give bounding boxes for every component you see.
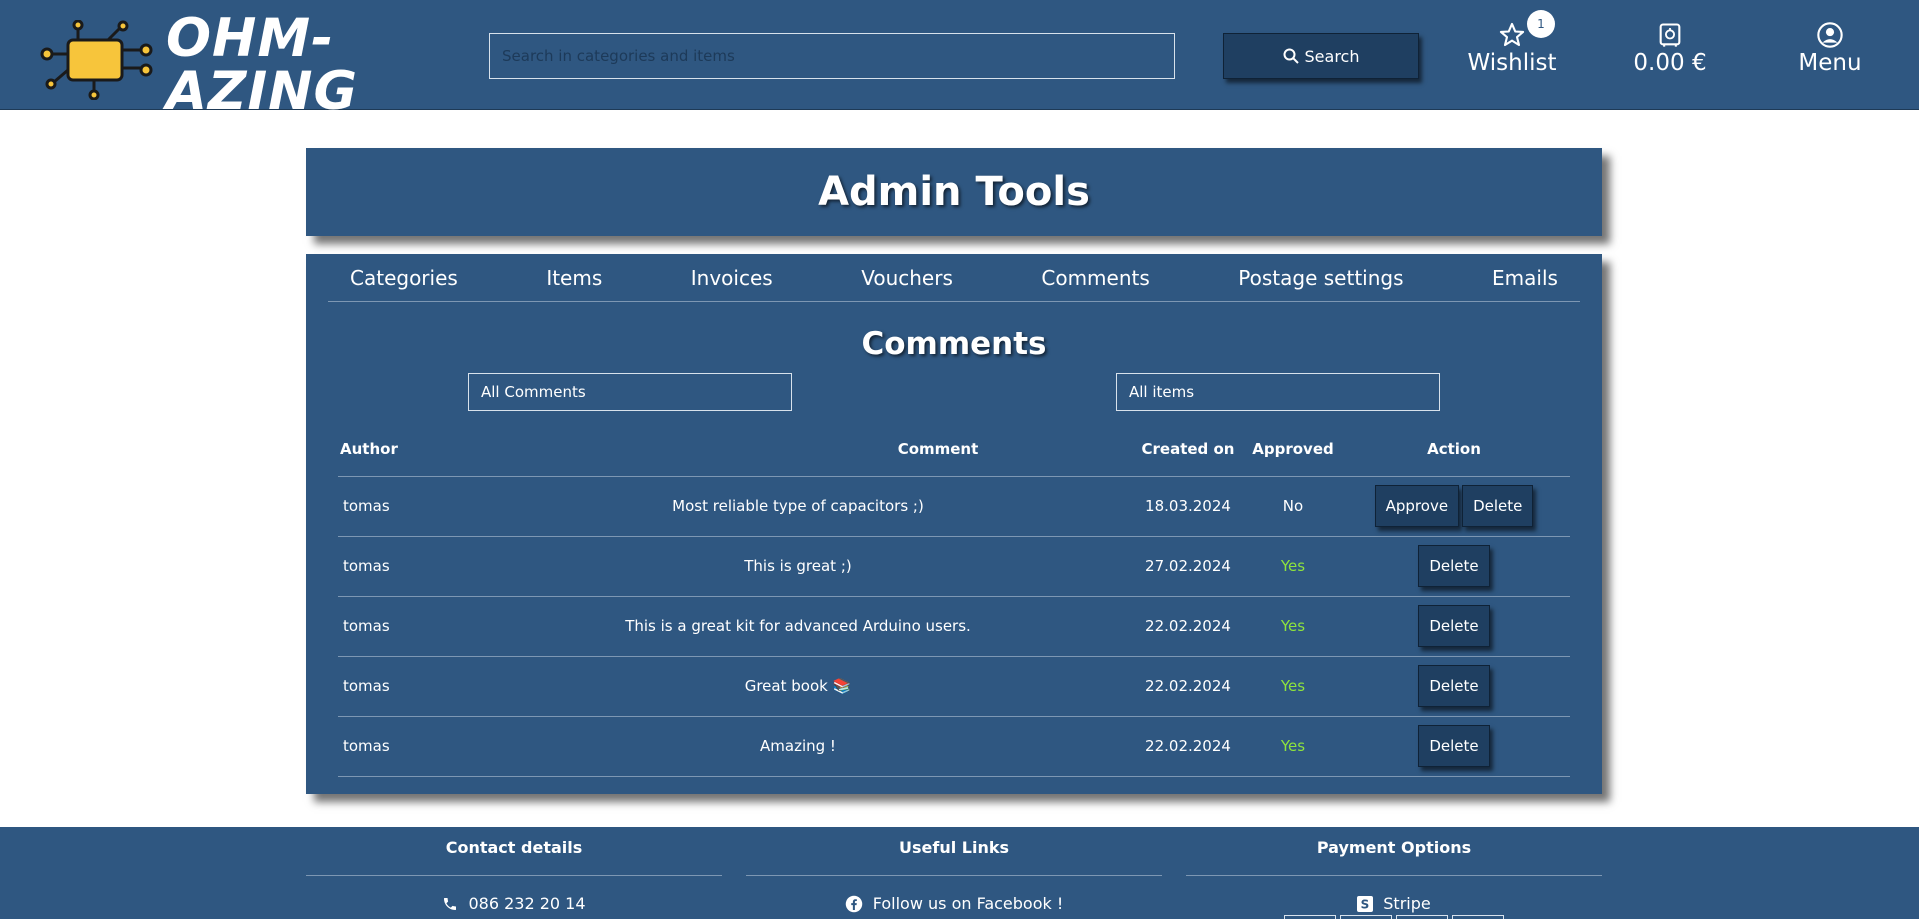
row-actions: Delete (1338, 716, 1570, 777)
card-icon (1284, 915, 1336, 919)
tab-vouchers[interactable]: Vouchers (861, 266, 953, 290)
user-circle-icon (1817, 22, 1843, 48)
star-icon (1499, 22, 1525, 47)
footer-stripe-text: Stripe (1383, 894, 1431, 913)
admin-tabs: Categories Items Invoices Vouchers Comme… (328, 254, 1580, 302)
row-actions: Delete (1338, 596, 1570, 657)
row-approved: Yes (1248, 656, 1338, 717)
delete-button[interactable]: Delete (1418, 725, 1490, 767)
cart-icon (1659, 23, 1681, 47)
row-approved: Yes (1248, 536, 1338, 597)
row-author: tomas (338, 716, 468, 777)
comments-table: Author Comment Created on Approved Actio… (338, 422, 1570, 777)
table-row: tomas Most reliable type of capacitors ;… (338, 476, 1570, 537)
menu-label: Menu (1798, 50, 1862, 76)
footer-contact-title: Contact details (445, 838, 583, 857)
row-created: 22.02.2024 (1128, 656, 1248, 717)
header-author: Author (338, 422, 468, 477)
logo-text: OHM-AZING COMPONENTS (166, 12, 453, 157)
search-button[interactable]: Search (1223, 33, 1419, 79)
row-comment: Amazing ! (468, 716, 1128, 777)
section-title: Comments (861, 326, 1047, 362)
approve-button[interactable]: Approve (1374, 485, 1460, 527)
row-comment: This is a great kit for advanced Arduino… (468, 596, 1128, 657)
table-header-row: Author Comment Created on Approved Actio… (338, 422, 1570, 477)
footer-stripe: S Stripe (1186, 894, 1602, 913)
search-icon (1283, 48, 1299, 64)
payment-card-icons (1284, 915, 1504, 919)
tab-invoices[interactable]: Invoices (691, 266, 773, 290)
row-created: 22.02.2024 (1128, 716, 1248, 777)
row-actions: Approve Delete (1338, 476, 1570, 537)
row-author: tomas (338, 596, 468, 657)
table-row: tomas Amazing ! 22.02.2024 Yes Delete (338, 716, 1570, 777)
header-action: Action (1338, 422, 1570, 477)
admin-title-box: Admin Tools (306, 148, 1602, 236)
tab-categories[interactable]: Categories (350, 266, 458, 290)
row-created: 18.03.2024 (1128, 476, 1248, 537)
admin-panel: Categories Items Invoices Vouchers Comme… (306, 254, 1602, 794)
row-approved: Yes (1248, 716, 1338, 777)
row-comment: Great book 📚 (468, 656, 1128, 717)
delete-button[interactable]: Delete (1418, 665, 1490, 707)
row-approved: Yes (1248, 596, 1338, 657)
footer: Contact details 086 232 20 14 Useful Lin… (0, 827, 1919, 919)
footer-facebook-text: Follow us on Facebook ! (872, 894, 1064, 913)
circuit-logo-icon (40, 20, 153, 100)
row-created: 27.02.2024 (1128, 536, 1248, 597)
tab-postage-settings[interactable]: Postage settings (1238, 266, 1403, 290)
row-created: 22.02.2024 (1128, 596, 1248, 657)
tab-comments[interactable]: Comments (1041, 266, 1149, 290)
footer-facebook-link[interactable]: Follow us on Facebook ! (746, 894, 1162, 913)
row-comment: Most reliable type of capacitors ;) (468, 476, 1128, 537)
card-icon (1340, 915, 1392, 919)
item-filter-select[interactable]: All items (1116, 373, 1440, 411)
comment-filter-select[interactable]: All Comments (468, 373, 792, 411)
delete-button[interactable]: Delete (1418, 605, 1490, 647)
header-comment: Comment (468, 422, 1128, 477)
search-input[interactable] (489, 33, 1175, 79)
table-row: tomas Great book 📚 22.02.2024 Yes Delete (338, 656, 1570, 717)
footer-phone-text: 086 232 20 14 (468, 894, 586, 913)
phone-icon (444, 897, 457, 910)
delete-button[interactable]: Delete (1418, 545, 1490, 587)
divider (746, 875, 1162, 876)
wishlist-label: Wishlist (1467, 50, 1557, 76)
row-author: tomas (338, 536, 468, 597)
table-row: tomas This is great ;) 27.02.2024 Yes De… (338, 536, 1570, 597)
header-approved: Approved (1248, 422, 1338, 477)
tab-emails[interactable]: Emails (1492, 266, 1558, 290)
cart-link[interactable]: 0.00 € (1620, 20, 1720, 76)
row-author: tomas (338, 656, 468, 717)
row-actions: Delete (1338, 656, 1570, 717)
menu-link[interactable]: Menu (1780, 20, 1880, 76)
logo-line1: OHM-AZING (166, 8, 359, 122)
card-icon (1452, 915, 1504, 919)
footer-phone[interactable]: 086 232 20 14 (306, 894, 722, 913)
facebook-icon (845, 895, 862, 912)
row-comment: This is great ;) (468, 536, 1128, 597)
row-author: tomas (338, 476, 468, 537)
svg-text:S: S (1361, 897, 1370, 911)
wishlist-count-badge: 1 (1527, 10, 1555, 38)
logo[interactable]: OHM-AZING COMPONENTS (38, 12, 452, 157)
divider (306, 875, 722, 876)
search-button-label: Search (1304, 46, 1360, 66)
table-row: tomas This is a great kit for advanced A… (338, 596, 1570, 657)
header: OHM-AZING COMPONENTS Search Wishlist 1 0… (0, 0, 1919, 157)
stripe-icon: S (1357, 895, 1374, 912)
page-title: Admin Tools (818, 169, 1090, 215)
footer-links-title: Useful Links (898, 838, 1009, 857)
cart-total: 0.00 € (1633, 50, 1707, 76)
footer-payment-title: Payment Options (1316, 838, 1472, 857)
row-actions: Delete (1338, 536, 1570, 597)
card-icon (1396, 915, 1448, 919)
divider (1186, 875, 1602, 876)
delete-button[interactable]: Delete (1462, 485, 1534, 527)
tab-items[interactable]: Items (546, 266, 602, 290)
header-created: Created on (1128, 422, 1248, 477)
row-approved: No (1248, 476, 1338, 537)
